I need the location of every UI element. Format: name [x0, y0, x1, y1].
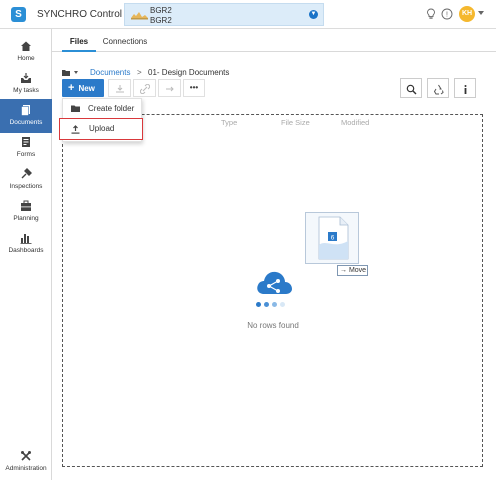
tab-connections[interactable]: Connections	[100, 29, 150, 52]
sidebar-label-home: Home	[17, 55, 35, 62]
download-button[interactable]	[108, 79, 131, 97]
breadcrumb-documents-link[interactable]: Documents	[90, 68, 130, 77]
loading-dot	[256, 302, 261, 307]
sidebar-label-administration: Administration	[5, 465, 47, 472]
move-button[interactable]	[158, 79, 181, 97]
sidebar-item-forms[interactable]: Forms	[0, 131, 52, 165]
sidebar-label-inspections: Inspections	[9, 183, 43, 190]
planning-icon	[21, 200, 31, 211]
avatar-caret-icon[interactable]	[478, 11, 484, 15]
breadcrumb-separator: >	[137, 68, 142, 77]
sidebar: Home My tasks Documents Forms Inspection…	[0, 29, 52, 480]
tab-bar: Files Connections	[52, 29, 496, 52]
tab-files[interactable]: Files	[62, 29, 96, 52]
help-icon[interactable]: !	[441, 8, 453, 20]
search-icon	[406, 84, 417, 95]
arrow-right-icon	[166, 86, 174, 92]
project-selector[interactable]: BGR2 BGR2 ▼	[124, 3, 324, 26]
loading-dot	[272, 302, 277, 307]
new-button-label: New	[78, 84, 95, 93]
svg-text:6: 6	[331, 234, 335, 241]
inspections-icon	[21, 168, 32, 179]
sidebar-label-forms: Forms	[16, 151, 36, 158]
info-icon	[464, 85, 467, 94]
project-subname: BGR2	[150, 16, 172, 25]
upload-icon	[71, 125, 80, 134]
sidebar-label-planning: Planning	[13, 215, 39, 222]
empty-state-text: No rows found	[247, 321, 299, 330]
more-options-button[interactable]: •••	[183, 79, 205, 97]
drag-move-tooltip: → Move	[337, 265, 368, 276]
top-header: S SYNCHRO Control BGR2 BGR2 ▼ ! KH	[0, 0, 496, 29]
column-header-file-size[interactable]: File Size	[281, 118, 310, 127]
folder-icon[interactable]	[62, 69, 70, 76]
folder-icon	[71, 105, 80, 112]
home-icon	[21, 41, 31, 51]
recycle-bin-button[interactable]	[427, 78, 449, 98]
lightbulb-icon[interactable]	[425, 8, 437, 20]
dashboards-icon	[20, 234, 32, 244]
file-thumbnail-icon: 6	[318, 216, 349, 260]
breadcrumb-current-folder: 01- Design Documents	[148, 68, 230, 77]
sidebar-item-dashboards[interactable]: Dashboards	[0, 227, 52, 261]
app-title: SYNCHRO Control	[37, 9, 123, 20]
download-icon	[116, 85, 124, 93]
forms-icon	[22, 137, 30, 147]
plus-icon: +	[68, 82, 75, 94]
link-button[interactable]	[133, 79, 156, 97]
sidebar-item-administration[interactable]: Administration	[0, 445, 52, 479]
project-name: BGR2	[150, 6, 172, 15]
loading-indicator	[256, 302, 286, 308]
user-avatar[interactable]: KH	[459, 6, 475, 22]
sidebar-label-dashboards: Dashboards	[8, 247, 44, 254]
tools-icon	[21, 451, 31, 461]
menu-item-upload[interactable]: Upload	[59, 118, 143, 140]
sidebar-item-my-tasks[interactable]: My tasks	[0, 67, 52, 101]
dragged-file-preview: 6	[305, 212, 359, 264]
sidebar-label-documents: Documents	[9, 119, 43, 126]
sidebar-label-my-tasks: My tasks	[13, 87, 39, 94]
cloud-share-icon	[257, 271, 292, 294]
sidebar-item-planning[interactable]: Planning	[0, 195, 52, 229]
recycle-icon	[433, 84, 444, 95]
chevron-down-icon[interactable]: ▼	[309, 10, 318, 19]
new-button[interactable]: + New	[62, 79, 104, 97]
menu-item-label: Upload	[89, 124, 115, 133]
link-icon	[140, 84, 150, 94]
app-window: S SYNCHRO Control BGR2 BGR2 ▼ ! KH Home	[0, 0, 496, 480]
sidebar-item-home[interactable]: Home	[0, 35, 52, 69]
info-button[interactable]	[454, 78, 476, 98]
menu-item-label: Create folder	[88, 104, 135, 113]
sidebar-item-documents[interactable]: Documents	[0, 99, 52, 133]
sidebar-item-inspections[interactable]: Inspections	[0, 163, 52, 197]
project-thumbnail-icon	[129, 9, 150, 21]
column-header-type[interactable]: Type	[221, 118, 237, 127]
documents-icon	[21, 105, 30, 116]
loading-dot	[280, 302, 285, 307]
column-header-modified[interactable]: Modified	[341, 118, 369, 127]
synchro-logo-icon[interactable]: S	[11, 7, 26, 22]
search-button[interactable]	[400, 78, 422, 98]
new-dropdown-menu: Create folder Upload	[59, 98, 143, 142]
inbox-icon	[21, 73, 31, 83]
menu-item-create-folder[interactable]: Create folder	[63, 99, 141, 117]
loading-dot	[264, 302, 269, 307]
svg-text:!: !	[446, 12, 448, 19]
chevron-down-icon[interactable]	[74, 71, 78, 74]
